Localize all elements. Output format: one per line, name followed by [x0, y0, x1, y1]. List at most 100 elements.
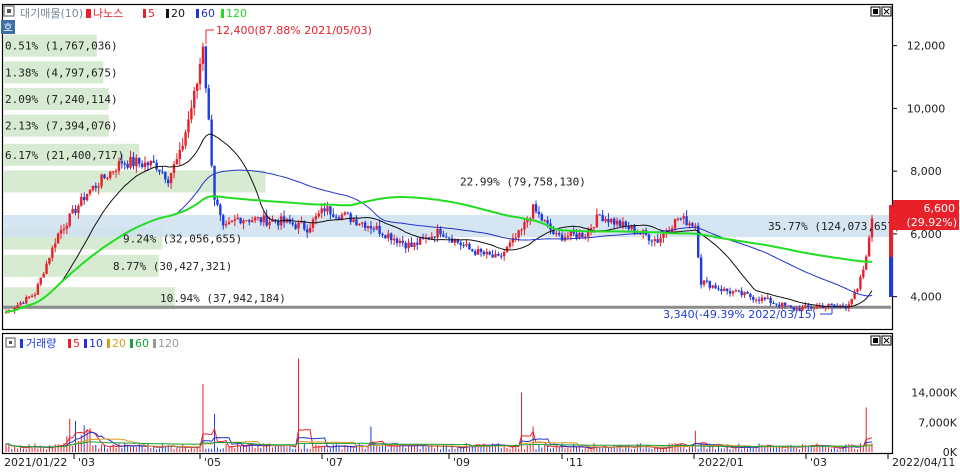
- candle-body: [349, 213, 352, 222]
- candle-body: [175, 159, 179, 165]
- candle-body: [184, 132, 187, 146]
- price-axis-tick: 12,000: [907, 40, 946, 53]
- candle-body: [401, 240, 404, 243]
- date-axis-label: '11: [566, 456, 583, 469]
- candle-body: [303, 222, 306, 230]
- candle-body: [152, 160, 155, 163]
- candle-body: [114, 170, 118, 172]
- candle-body: [546, 220, 549, 224]
- candle-body: [757, 299, 761, 301]
- candle-body: [786, 305, 790, 307]
- volume-legend-ma10: 10: [89, 337, 103, 350]
- candle-body: [740, 290, 743, 296]
- candle-body: [604, 218, 607, 222]
- supply-zone-label: 2.13% (7,394,076): [5, 120, 118, 133]
- candle-body: [320, 208, 323, 214]
- candle-body: [407, 242, 410, 249]
- candle-body: [656, 239, 659, 243]
- candle-body: [610, 218, 613, 223]
- candle-body: [862, 269, 865, 278]
- candle-body: [277, 221, 280, 226]
- candle-body: [390, 233, 393, 241]
- candle-body: [172, 164, 176, 173]
- candle-body: [343, 212, 347, 215]
- candle-body: [242, 220, 245, 224]
- date-axis-label: '07: [326, 456, 343, 469]
- candle-body: [181, 145, 184, 150]
- candle-body: [783, 302, 787, 306]
- volume-legend-ma120: 120: [158, 337, 179, 350]
- candle-body: [804, 305, 807, 308]
- candle-body: [807, 305, 810, 307]
- candle-body: [462, 245, 465, 247]
- candle-body: [673, 219, 677, 229]
- candle-body: [500, 255, 503, 257]
- candle-body: [743, 292, 746, 296]
- candle-body: [300, 222, 303, 224]
- candle-body: [250, 220, 254, 222]
- candle-body: [259, 217, 263, 223]
- price-axis-tick: 4,000: [910, 291, 942, 304]
- candle-body: [789, 305, 793, 307]
- candle-body: [111, 171, 115, 173]
- candle-body: [74, 209, 77, 213]
- candle-body: [468, 243, 471, 250]
- volume-axis-tick: 14,000K: [911, 387, 957, 400]
- candle-body: [129, 156, 132, 168]
- date-axis-label: '03: [810, 456, 827, 469]
- candle-body: [358, 223, 361, 226]
- candle-body: [198, 63, 202, 84]
- low-marker-label: 3,340(-49.39% 2022/03/15): [663, 308, 816, 321]
- candle-body: [459, 242, 462, 246]
- candle-body: [143, 162, 147, 167]
- candle-body: [30, 295, 34, 297]
- candle-body: [566, 236, 570, 238]
- candle-body: [746, 292, 749, 294]
- candle-body: [65, 225, 69, 229]
- candle-body: [676, 218, 680, 220]
- candle-body: [595, 214, 599, 228]
- candle-body: [413, 242, 416, 247]
- candle-body: [514, 237, 517, 239]
- candle-body: [699, 257, 703, 285]
- candle-body: [126, 163, 129, 168]
- candle-body: [465, 243, 468, 246]
- candle-body: [97, 186, 100, 188]
- candle-body: [775, 303, 778, 305]
- candle-body: [725, 288, 729, 292]
- candle-body: [592, 227, 596, 229]
- candle-body: [647, 234, 651, 241]
- candle-body: [618, 220, 622, 227]
- candle-body: [769, 297, 772, 304]
- candle-body: [210, 119, 213, 166]
- candle-body: [430, 236, 433, 240]
- candle-body: [497, 254, 500, 256]
- legend-ma5: 5: [148, 7, 155, 20]
- candle-body: [323, 208, 326, 212]
- side-tab[interactable]: 호: [1, 20, 15, 34]
- candle-body: [688, 223, 691, 226]
- candle-body: [442, 234, 445, 237]
- candle-body: [375, 225, 378, 230]
- price-range-bar-down: [889, 257, 893, 297]
- candle-body: [711, 285, 714, 288]
- candle-body: [195, 83, 199, 91]
- candle-body: [708, 280, 712, 288]
- candle-body: [772, 303, 775, 305]
- candle-body: [607, 218, 610, 223]
- candle-body: [68, 213, 71, 226]
- supply-zone-bar: [3, 170, 266, 193]
- candle-body: [488, 251, 491, 255]
- candle-body: [471, 249, 474, 252]
- candle-body: [268, 221, 271, 226]
- date-axis-label: '05: [204, 456, 221, 469]
- candle-body: [543, 220, 546, 222]
- candle-body: [398, 240, 402, 243]
- candle-body: [624, 221, 628, 226]
- date-axis-label: '09: [453, 456, 470, 469]
- candle-body: [752, 296, 755, 300]
- candle-body: [106, 177, 109, 179]
- candle-body: [201, 46, 205, 64]
- price-badge: 6,600 (29.92%): [893, 200, 959, 230]
- candle-body: [856, 288, 859, 292]
